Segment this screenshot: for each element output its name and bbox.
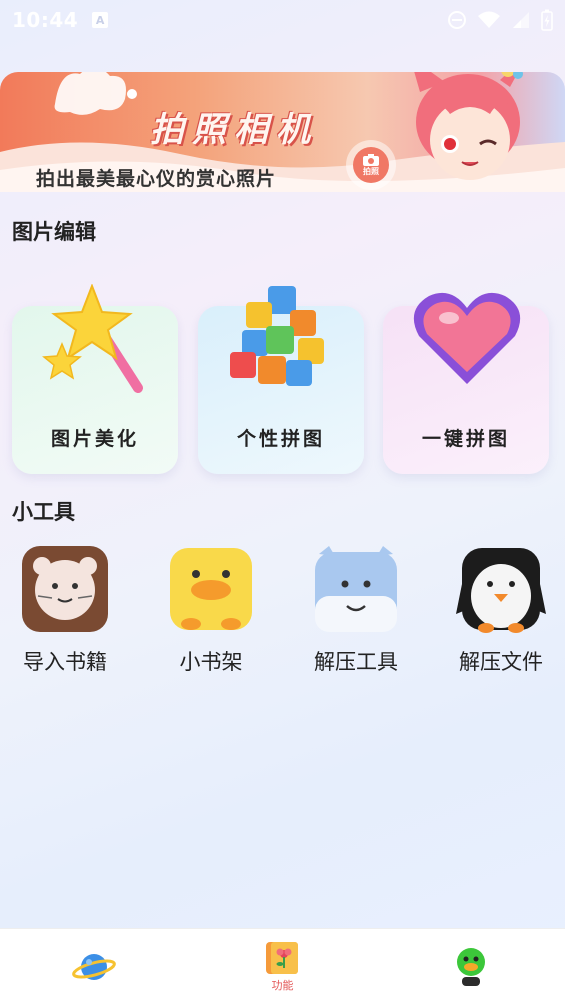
camera-icon: [363, 153, 379, 166]
tool-import-books[interactable]: 导入书籍: [0, 544, 130, 676]
planet-icon: [72, 953, 117, 980]
signal-icon: [513, 12, 529, 28]
tool-decompress-tool[interactable]: 解压工具: [291, 544, 421, 676]
penguin-icon: [456, 548, 546, 633]
anime-girl-mascot: [414, 72, 523, 180]
card-beautify-label: 图片美化: [50, 428, 139, 450]
camera-button-inner: 拍照: [353, 147, 389, 183]
notification-icon: A: [92, 12, 109, 28]
image-edit-heading: 图片编辑: [12, 220, 96, 244]
tools-heading: 小工具: [12, 500, 75, 524]
card-quick-collage[interactable]: 一键拼图: [383, 292, 549, 474]
cat-face-icon: [22, 546, 108, 632]
milk-splash-icon: [54, 72, 137, 115]
battery-icon: [541, 9, 553, 31]
card-quick-collage-label: 一键拼图: [421, 428, 510, 450]
card-puzzle[interactable]: 个性拼图: [198, 286, 364, 474]
card-puzzle-label: 个性拼图: [236, 428, 325, 450]
status-icons: [447, 9, 553, 31]
tab-profile[interactable]: [377, 929, 565, 1004]
heart-icon: [413, 292, 521, 384]
status-time: 10:44: [12, 8, 79, 32]
blue-monster-icon: [315, 546, 397, 632]
camera-banner[interactable]: 拍照相机 拍出最美最心仪的赏心照片 拍照: [0, 72, 565, 192]
wifi-icon: [478, 11, 500, 28]
banner-subtitle: 拍出最美最心仪的赏心照片: [36, 168, 277, 190]
cube-puzzle-icon: [230, 286, 324, 386]
duck-icon: [170, 548, 252, 630]
tool-bookshelf-label: 小书架: [179, 650, 243, 674]
tab-home[interactable]: [0, 929, 188, 1004]
camera-button-label: 拍照: [363, 166, 379, 176]
bottom-tab-bar: 功能: [0, 928, 565, 1004]
tool-import-books-label: 导入书籍: [23, 650, 107, 674]
tab-functions-label: 功能: [271, 978, 294, 992]
tool-decompress-tool-label: 解压工具: [314, 650, 398, 674]
status-bar: 10:44 A: [0, 0, 565, 40]
duck-avatar-icon: [456, 947, 485, 986]
do-not-disturb-icon: [448, 11, 466, 29]
magic-wand-icon: [42, 284, 143, 393]
tool-decompress-file[interactable]: 解压文件: [436, 544, 565, 676]
tab-functions[interactable]: 功能: [188, 929, 376, 1004]
tool-bookshelf[interactable]: 小书架: [146, 544, 276, 676]
banner-title: 拍照相机: [150, 110, 318, 150]
flower-book-icon: [266, 941, 299, 974]
camera-button[interactable]: 拍照: [346, 140, 396, 190]
card-beautify[interactable]: 图片美化: [12, 284, 178, 474]
tool-decompress-file-label: 解压文件: [459, 650, 543, 674]
